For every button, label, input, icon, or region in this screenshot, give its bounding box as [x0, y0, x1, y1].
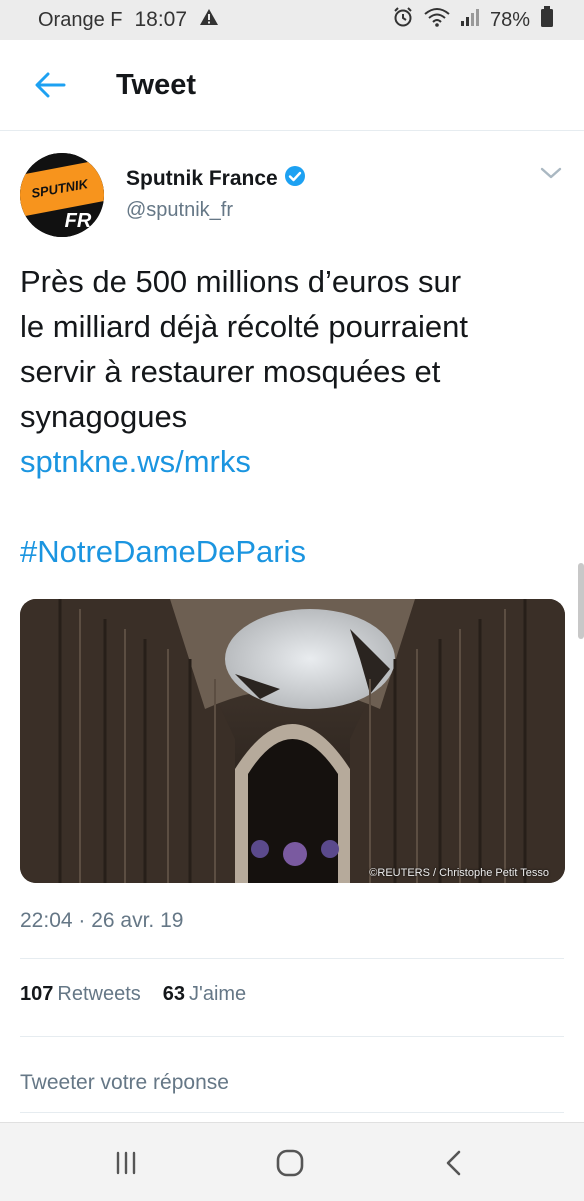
- back-system-button[interactable]: [434, 1143, 474, 1183]
- tweet-text-line: Près de 500 millions d’euros sur: [20, 264, 462, 299]
- signal-icon: [460, 7, 480, 33]
- tweet-stats: 107 Retweets 63 J'aime: [20, 983, 246, 1006]
- alarm-icon: [392, 6, 414, 34]
- chevron-down-icon: [540, 167, 562, 179]
- retweets-label: Retweets: [57, 983, 141, 1005]
- home-icon: [276, 1149, 304, 1177]
- warning-icon: [199, 8, 219, 32]
- author-name[interactable]: Sputnik France: [126, 167, 278, 191]
- tweet-author: SPUTNIK FR Sputnik France @sputnik_fr: [20, 153, 564, 243]
- scrollbar[interactable]: [578, 563, 584, 639]
- author-handle[interactable]: @sputnik_fr: [126, 199, 233, 222]
- system-nav-bar: [0, 1122, 584, 1201]
- tweet-link[interactable]: sptnkne.ws/mrks: [20, 444, 251, 479]
- status-time: 18:07: [134, 8, 188, 31]
- tweet-options-button[interactable]: [538, 163, 564, 183]
- hashtag-link[interactable]: #NotreDameDeParis: [20, 534, 306, 569]
- tweet-image[interactable]: ©REUTERS / Christophe Petit Tesso: [20, 599, 565, 883]
- page-title: Tweet: [116, 68, 197, 101]
- reply-input[interactable]: Tweeter votre réponse: [20, 1071, 229, 1095]
- recent-apps-button[interactable]: [106, 1143, 146, 1183]
- retweets-stat[interactable]: 107 Retweets: [20, 983, 141, 1006]
- tweet-text-line: servir à restaurer mosquées et: [20, 354, 441, 389]
- wifi-icon: [424, 7, 450, 33]
- tweet-text: Près de 500 millions d’euros sur le mill…: [20, 259, 565, 574]
- status-bar: Orange F 18:07 78%: [0, 0, 584, 40]
- divider: [20, 958, 564, 959]
- likes-count: 63: [162, 983, 185, 1005]
- app-header: Tweet: [0, 40, 584, 131]
- likes-label: J'aime: [189, 983, 247, 1005]
- chevron-left-icon: [446, 1150, 461, 1176]
- tweet-text-line: synagogues: [20, 399, 188, 434]
- carrier-name: Orange F: [38, 8, 123, 31]
- divider: [20, 1112, 564, 1113]
- tweet-timestamp: 22:04 · 26 avr. 19: [20, 909, 184, 932]
- divider: [20, 1036, 564, 1037]
- home-button[interactable]: [270, 1143, 310, 1183]
- likes-stat[interactable]: 63 J'aime: [163, 983, 246, 1006]
- avatar[interactable]: SPUTNIK FR: [20, 153, 104, 237]
- battery-icon: [540, 6, 554, 34]
- back-button[interactable]: [30, 65, 70, 105]
- back-arrow-icon: [35, 72, 66, 98]
- verified-badge-icon: [284, 165, 306, 193]
- battery-percent: 78%: [489, 8, 530, 31]
- avatar-logo-bottom: FR: [65, 210, 92, 232]
- recent-apps-icon: [116, 1151, 136, 1175]
- image-credit: ©REUTERS / Christophe Petit Tesso: [369, 867, 549, 879]
- tweet-text-line: le milliard déjà récolté pourraient: [20, 309, 469, 344]
- author-name-row[interactable]: Sputnik France: [126, 165, 306, 193]
- retweets-count: 107: [20, 983, 54, 1005]
